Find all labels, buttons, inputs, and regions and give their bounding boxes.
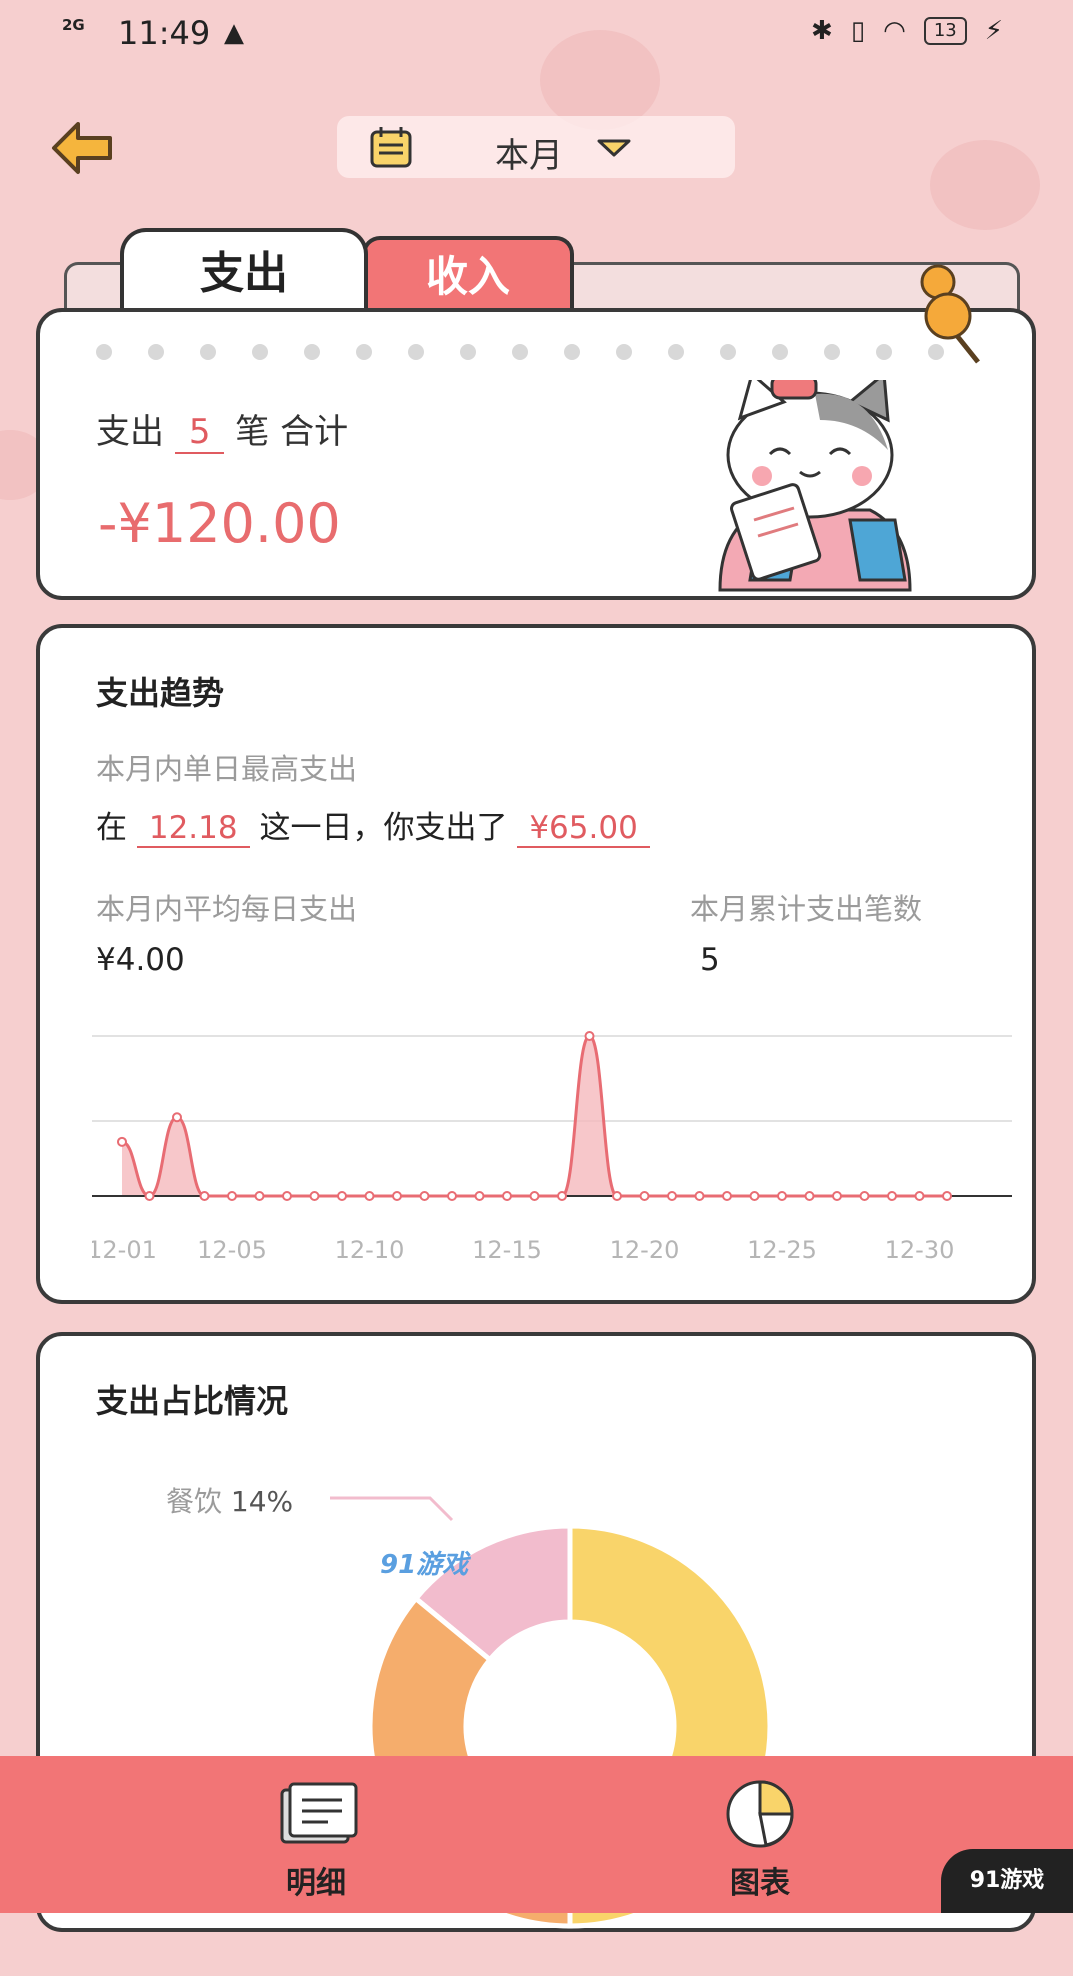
trend-point-12-11 xyxy=(392,1191,402,1201)
trend-point-12-14 xyxy=(474,1191,485,1201)
trend-point-12-18 xyxy=(584,1031,595,1041)
tab-income[interactable]: 收入 xyxy=(362,236,574,314)
tab-expense[interactable]: 支出 xyxy=(120,228,368,320)
back-button[interactable] xyxy=(48,118,118,178)
month-label: 本月 xyxy=(495,136,563,176)
total-count-value: 5 xyxy=(700,942,720,978)
expense-total: -¥120.00 xyxy=(98,492,341,555)
receipt-icon xyxy=(280,1782,358,1844)
trend-point-12-26 xyxy=(804,1191,815,1201)
trend-point-12-12 xyxy=(419,1191,430,1201)
trend-point-12-31 xyxy=(942,1191,952,1201)
pin-icon xyxy=(920,264,980,364)
site-badge: 91游戏 xyxy=(941,1849,1073,1913)
x-tick-label: 12-05 xyxy=(197,1236,267,1264)
trend-point-12-03 xyxy=(172,1112,182,1123)
x-tick-label: 12-25 xyxy=(747,1236,817,1264)
paw-decoration xyxy=(930,140,1040,230)
wifi-icon: ◠ xyxy=(883,16,906,46)
trend-point-12-25 xyxy=(777,1191,787,1201)
summary-suffix: 笔 合计 xyxy=(235,412,349,452)
trend-point-12-30 xyxy=(914,1191,925,1201)
nav-detail-label: 明细 xyxy=(286,1866,346,1901)
trend-point-12-27 xyxy=(832,1191,842,1201)
x-tick-label: 12-30 xyxy=(885,1236,955,1264)
calendar-icon xyxy=(370,127,412,168)
trend-title: 支出趋势 xyxy=(90,668,224,716)
caret-down-icon xyxy=(597,139,631,157)
trend-line xyxy=(121,1034,947,1198)
trend-point-12-02 xyxy=(144,1191,155,1201)
total-count-label: 本月累计支出笔数 xyxy=(690,892,923,926)
trend-chart: 12-01 12-05 12-10 12-15 12-20 12-25 12-30 xyxy=(92,1031,1012,1264)
expense-count: 5 xyxy=(174,412,225,454)
trend-point-12-23 xyxy=(722,1191,732,1201)
trend-point-12-19 xyxy=(612,1191,622,1201)
trend-point-12-15 xyxy=(502,1191,512,1201)
bluetooth-icon: ✱ xyxy=(811,16,833,46)
trend-point-12-17 xyxy=(557,1191,567,1201)
x-tick-label: 12-20 xyxy=(610,1236,680,1264)
trend-point-12-16 xyxy=(529,1191,540,1201)
month-selector[interactable]: 本月 xyxy=(337,116,735,178)
max-day-label: 本月内单日最高支出 xyxy=(96,752,358,786)
max-day-date: 12.18 xyxy=(136,810,250,848)
vibrate-icon: ▯ xyxy=(850,16,866,46)
nav-detail[interactable]: 明细 xyxy=(216,1756,416,1913)
trend-point-12-22 xyxy=(694,1191,705,1201)
slice-label: 餐饮 14% xyxy=(166,1485,294,1518)
battery-icon: 13 xyxy=(923,17,967,45)
avg-daily-value: ¥4.00 xyxy=(96,942,185,978)
nav-chart[interactable]: 图表 xyxy=(660,1756,860,1913)
x-tick-label: 12-01 xyxy=(92,1236,157,1264)
trend-point-12-01 xyxy=(117,1136,127,1147)
watermark-logo: 91游戏 xyxy=(380,1550,469,1580)
trend-point-12-10 xyxy=(364,1191,375,1201)
status-time: 11:49 xyxy=(118,14,211,52)
summary-prefix: 支出 xyxy=(96,412,164,452)
avg-daily-label: 本月内平均每日支出 xyxy=(96,892,358,926)
max-day-line: 在 12.18 这一日，你支出了 ¥65.00 xyxy=(96,802,650,848)
x-tick-label: 12-10 xyxy=(335,1236,405,1264)
trend-point-12-09 xyxy=(337,1191,347,1201)
network-indicator: 2G xyxy=(62,16,85,34)
trend-card: 支出趋势 本月内单日最高支出 在 12.18 这一日，你支出了 ¥65.00 本… xyxy=(36,624,1036,1304)
trend-point-12-13 xyxy=(447,1191,457,1201)
bottom-nav: 明细 图表 91游戏 xyxy=(0,1756,1073,1913)
pie-chart-icon xyxy=(726,1780,794,1848)
trend-point-12-05 xyxy=(227,1191,237,1201)
charging-icon: ⚡ xyxy=(984,16,1003,46)
cat-illustration xyxy=(718,380,912,592)
trend-point-12-04 xyxy=(199,1191,210,1201)
back-arrow-icon xyxy=(52,122,112,174)
trend-point-12-28 xyxy=(859,1191,870,1201)
x-tick-label: 12-15 xyxy=(472,1236,542,1264)
notebook-holes xyxy=(96,344,944,360)
trend-point-12-29 xyxy=(887,1191,897,1201)
trend-point-12-20 xyxy=(639,1191,650,1201)
status-bar: 2G 11:49 ▲ ✱ ▯ ◠ 13 ⚡ xyxy=(0,0,1073,70)
trend-area xyxy=(122,1036,947,1196)
trend-point-12-21 xyxy=(667,1191,677,1201)
warning-icon: ▲ xyxy=(224,18,244,48)
trend-point-12-07 xyxy=(282,1191,292,1201)
nav-chart-label: 图表 xyxy=(730,1866,790,1901)
share-title: 支出占比情况 xyxy=(90,1376,288,1424)
trend-point-12-24 xyxy=(749,1191,760,1201)
trend-point-12-06 xyxy=(254,1191,265,1201)
trend-point-12-08 xyxy=(309,1191,320,1201)
summary-line: 支出 5 笔 合计 xyxy=(96,404,349,454)
max-day-amount: ¥65.00 xyxy=(517,810,650,848)
